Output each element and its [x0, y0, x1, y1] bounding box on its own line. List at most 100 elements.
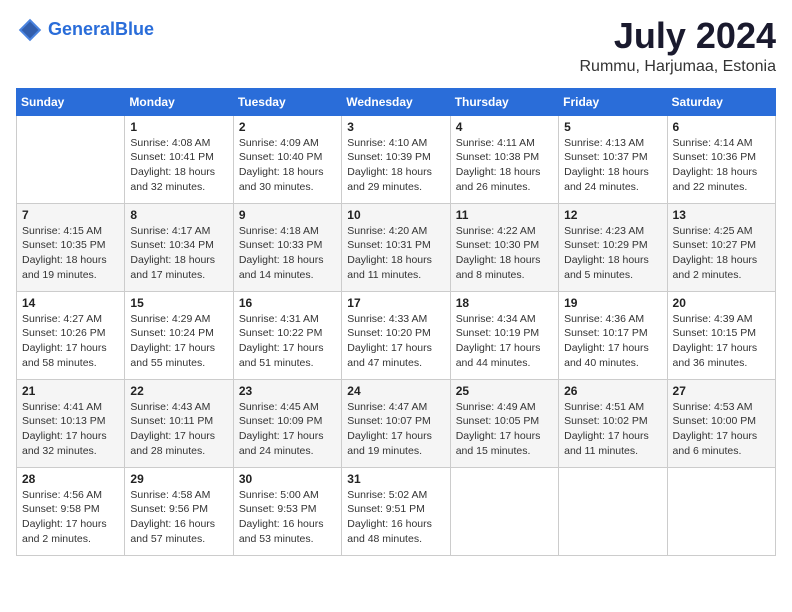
day-info: Sunrise: 4:23 AMSunset: 10:29 PMDaylight…: [564, 224, 661, 283]
day-info: Sunrise: 4:31 AMSunset: 10:22 PMDaylight…: [239, 312, 336, 371]
day-info: Sunrise: 4:56 AMSunset: 9:58 PMDaylight:…: [22, 488, 119, 547]
day-info: Sunrise: 4:43 AMSunset: 10:11 PMDaylight…: [130, 400, 227, 459]
location-title: Rummu, Harjumaa, Estonia: [579, 58, 776, 76]
day-info: Sunrise: 4:41 AMSunset: 10:13 PMDaylight…: [22, 400, 119, 459]
calendar-cell: 5 Sunrise: 4:13 AMSunset: 10:37 PMDayligh…: [559, 115, 667, 203]
calendar-cell: 16Sunrise: 4:31 AMSunset: 10:22 PMDaylig…: [233, 291, 341, 379]
day-number: 9: [239, 208, 336, 222]
calendar-cell: 1 Sunrise: 4:08 AMSunset: 10:41 PMDayligh…: [125, 115, 233, 203]
day-info: Sunrise: 4:14 AMSunset: 10:36 PMDaylight…: [673, 136, 770, 195]
day-info: Sunrise: 4:58 AMSunset: 9:56 PMDaylight:…: [130, 488, 227, 547]
day-number: 29: [130, 472, 227, 486]
day-number: 22: [130, 384, 227, 398]
title-block: July 2024 Rummu, Harjumaa, Estonia: [579, 16, 776, 76]
day-info: Sunrise: 4:45 AMSunset: 10:09 PMDaylight…: [239, 400, 336, 459]
day-info: Sunrise: 4:27 AMSunset: 10:26 PMDaylight…: [22, 312, 119, 371]
calendar-cell: 30Sunrise: 5:00 AMSunset: 9:53 PMDayligh…: [233, 467, 341, 555]
calendar-cell: 25Sunrise: 4:49 AMSunset: 10:05 PMDaylig…: [450, 379, 558, 467]
day-number: 15: [130, 296, 227, 310]
day-number: 4: [456, 120, 553, 134]
month-title: July 2024: [579, 16, 776, 56]
calendar-cell: 7Sunrise: 4:15 AMSunset: 10:35 PMDayligh…: [17, 203, 125, 291]
calendar-cell: 17 Sunrise: 4:33 AMSunset: 10:20 PMDaylig…: [342, 291, 450, 379]
day-number: 28: [22, 472, 119, 486]
day-number: 10: [347, 208, 444, 222]
day-number: 5: [564, 120, 661, 134]
calendar-cell: 13 Sunrise: 4:25 AMSunset: 10:27 PMDaylig…: [667, 203, 775, 291]
day-number: 24: [347, 384, 444, 398]
calendar-cell: 15 Sunrise: 4:29 AMSunset: 10:24 PMDaylig…: [125, 291, 233, 379]
day-info: Sunrise: 4:09 AMSunset: 10:40 PMDaylight…: [239, 136, 336, 195]
calendar-cell: 3 Sunrise: 4:10 AMSunset: 10:39 PMDayligh…: [342, 115, 450, 203]
day-number: 2: [239, 120, 336, 134]
day-number: 12: [564, 208, 661, 222]
calendar-cell: [450, 467, 558, 555]
day-number: 23: [239, 384, 336, 398]
calendar-cell: 26 Sunrise: 4:51 AMSunset: 10:02 PMDaylig…: [559, 379, 667, 467]
calendar-cell: 2 Sunrise: 4:09 AMSunset: 10:40 PMDayligh…: [233, 115, 341, 203]
logo-line2: Blue: [115, 19, 154, 39]
day-number: 20: [673, 296, 770, 310]
day-info: Sunrise: 4:49 AMSunset: 10:05 PMDaylight…: [456, 400, 553, 459]
calendar-cell: 9 Sunrise: 4:18 AMSunset: 10:33 PMDayligh…: [233, 203, 341, 291]
day-number: 1: [130, 120, 227, 134]
weekday-header-sunday: Sunday: [17, 88, 125, 115]
logo: GeneralBlue: [16, 16, 154, 44]
day-number: 26: [564, 384, 661, 398]
calendar-cell: 8Sunrise: 4:17 AMSunset: 10:34 PMDayligh…: [125, 203, 233, 291]
calendar-cell: 31 Sunrise: 5:02 AMSunset: 9:51 PMDayligh…: [342, 467, 450, 555]
weekday-header-wednesday: Wednesday: [342, 88, 450, 115]
logo-icon: [16, 16, 44, 44]
calendar-cell: 27Sunrise: 4:53 AMSunset: 10:00 PMDaylig…: [667, 379, 775, 467]
day-number: 3: [347, 120, 444, 134]
calendar-cell: 6 Sunrise: 4:14 AMSunset: 10:36 PMDayligh…: [667, 115, 775, 203]
day-number: 21: [22, 384, 119, 398]
day-info: Sunrise: 4:08 AMSunset: 10:41 PMDaylight…: [130, 136, 227, 195]
day-number: 13: [673, 208, 770, 222]
day-info: Sunrise: 4:29 AMSunset: 10:24 PMDaylight…: [130, 312, 227, 371]
calendar-cell: 22 Sunrise: 4:43 AMSunset: 10:11 PMDaylig…: [125, 379, 233, 467]
day-info: Sunrise: 4:47 AMSunset: 10:07 PMDaylight…: [347, 400, 444, 459]
day-info: Sunrise: 4:25 AMSunset: 10:27 PMDaylight…: [673, 224, 770, 283]
day-info: Sunrise: 4:10 AMSunset: 10:39 PMDaylight…: [347, 136, 444, 195]
page-header: GeneralBlue July 2024 Rummu, Harjumaa, E…: [16, 16, 776, 76]
day-info: Sunrise: 4:18 AMSunset: 10:33 PMDaylight…: [239, 224, 336, 283]
day-number: 11: [456, 208, 553, 222]
day-info: Sunrise: 4:20 AMSunset: 10:31 PMDaylight…: [347, 224, 444, 283]
day-info: Sunrise: 4:53 AMSunset: 10:00 PMDaylight…: [673, 400, 770, 459]
calendar-cell: 4 Sunrise: 4:11 AMSunset: 10:38 PMDayligh…: [450, 115, 558, 203]
week-row-2: 7Sunrise: 4:15 AMSunset: 10:35 PMDayligh…: [17, 203, 776, 291]
logo-line1: General: [48, 19, 115, 39]
week-row-5: 28 Sunrise: 4:56 AMSunset: 9:58 PMDayligh…: [17, 467, 776, 555]
calendar-header: SundayMondayTuesdayWednesdayThursdayFrid…: [17, 88, 776, 115]
day-info: Sunrise: 4:22 AMSunset: 10:30 PMDaylight…: [456, 224, 553, 283]
week-row-3: 14Sunrise: 4:27 AMSunset: 10:26 PMDaylig…: [17, 291, 776, 379]
day-info: Sunrise: 4:11 AMSunset: 10:38 PMDaylight…: [456, 136, 553, 195]
weekday-header-friday: Friday: [559, 88, 667, 115]
logo-text: GeneralBlue: [48, 20, 154, 40]
calendar-cell: 14Sunrise: 4:27 AMSunset: 10:26 PMDaylig…: [17, 291, 125, 379]
calendar-cell: 18 Sunrise: 4:34 AMSunset: 10:19 PMDaylig…: [450, 291, 558, 379]
weekday-header-thursday: Thursday: [450, 88, 558, 115]
calendar-cell: 23 Sunrise: 4:45 AMSunset: 10:09 PMDaylig…: [233, 379, 341, 467]
day-info: Sunrise: 4:36 AMSunset: 10:17 PMDaylight…: [564, 312, 661, 371]
weekday-header-monday: Monday: [125, 88, 233, 115]
week-row-1: 1 Sunrise: 4:08 AMSunset: 10:41 PMDayligh…: [17, 115, 776, 203]
day-info: Sunrise: 4:33 AMSunset: 10:20 PMDaylight…: [347, 312, 444, 371]
calendar-table: SundayMondayTuesdayWednesdayThursdayFrid…: [16, 88, 776, 556]
calendar-cell: 21 Sunrise: 4:41 AMSunset: 10:13 PMDaylig…: [17, 379, 125, 467]
day-info: Sunrise: 4:51 AMSunset: 10:02 PMDaylight…: [564, 400, 661, 459]
calendar-cell: [559, 467, 667, 555]
calendar-cell: 24 Sunrise: 4:47 AMSunset: 10:07 PMDaylig…: [342, 379, 450, 467]
day-number: 17: [347, 296, 444, 310]
day-number: 18: [456, 296, 553, 310]
calendar-cell: 28 Sunrise: 4:56 AMSunset: 9:58 PMDayligh…: [17, 467, 125, 555]
day-info: Sunrise: 4:13 AMSunset: 10:37 PMDaylight…: [564, 136, 661, 195]
day-info: Sunrise: 4:34 AMSunset: 10:19 PMDaylight…: [456, 312, 553, 371]
day-info: Sunrise: 5:02 AMSunset: 9:51 PMDaylight:…: [347, 488, 444, 547]
day-number: 8: [130, 208, 227, 222]
day-number: 6: [673, 120, 770, 134]
day-number: 31: [347, 472, 444, 486]
day-info: Sunrise: 4:15 AMSunset: 10:35 PMDaylight…: [22, 224, 119, 283]
calendar-cell: 11 Sunrise: 4:22 AMSunset: 10:30 PMDaylig…: [450, 203, 558, 291]
